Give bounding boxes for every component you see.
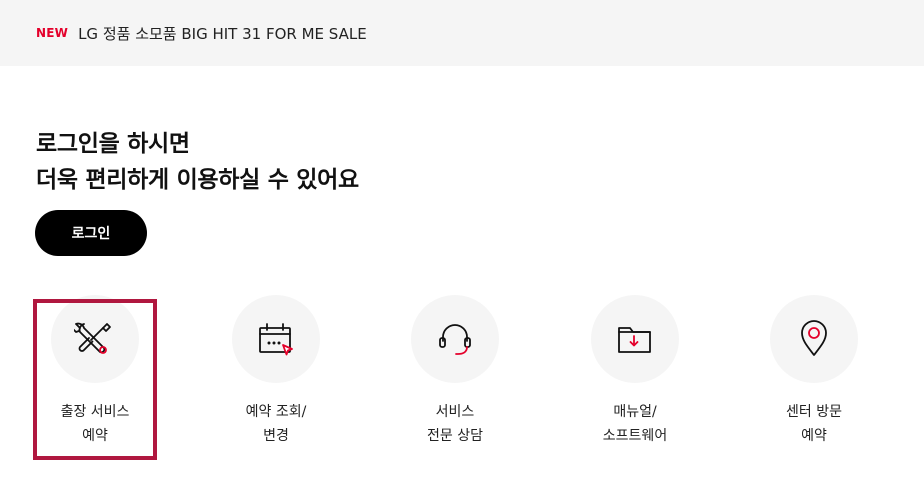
quick-item-label-line1: 매뉴얼/: [613, 404, 657, 420]
quick-item-visit-service[interactable]: 출장 서비스 예약: [35, 295, 155, 448]
quick-item-label: 매뉴얼/ 소프트웨어: [575, 400, 695, 448]
quick-item-manual-software[interactable]: 매뉴얼/ 소프트웨어: [575, 295, 695, 448]
quick-item-expert-consult[interactable]: 서비스 전문 상담: [395, 295, 515, 448]
quick-item-icon-circle: [51, 295, 139, 383]
calendar-cursor-icon: [259, 323, 293, 356]
quick-service-menu: 출장 서비스 예약 예약 조회/ 변경 서비스 전문 상담 매뉴얼/ 소프트웨어…: [0, 295, 924, 465]
headset-icon: [439, 324, 471, 355]
quick-item-reservation-check[interactable]: 예약 조회/ 변경: [216, 295, 336, 448]
quick-item-label-line2: 변경: [263, 428, 289, 444]
quick-item-label: 센터 방문 예약: [754, 400, 874, 448]
quick-item-icon-circle: [591, 295, 679, 383]
quick-item-icon-circle: [770, 295, 858, 383]
notice-bar[interactable]: NEW LG 정품 소모품 BIG HIT 31 FOR ME SALE: [0, 0, 924, 66]
quick-item-label: 예약 조회/ 변경: [216, 400, 336, 448]
quick-item-center-visit[interactable]: 센터 방문 예약: [754, 295, 874, 448]
quick-item-icon-circle: [411, 295, 499, 383]
quick-item-label-line1: 출장 서비스: [60, 404, 130, 420]
greeting-line-1: 로그인을 하시면: [36, 131, 190, 157]
new-badge: NEW: [36, 26, 69, 40]
quick-item-label-line1: 서비스: [435, 404, 475, 420]
quick-item-label: 서비스 전문 상담: [395, 400, 515, 448]
login-button[interactable]: 로그인: [35, 210, 147, 256]
quick-item-label-line1: 예약 조회/: [245, 404, 307, 420]
quick-item-label-line2: 예약: [82, 428, 108, 444]
folder-download-icon: [618, 327, 651, 353]
quick-item-label-line1: 센터 방문: [786, 404, 842, 420]
quick-item-label-line2: 소프트웨어: [602, 428, 668, 444]
notice-text[interactable]: LG 정품 소모품 BIG HIT 31 FOR ME SALE: [78, 23, 367, 44]
greeting-line-2: 더욱 편리하게 이용하실 수 있어요: [36, 167, 359, 193]
quick-item-label-line2: 전문 상담: [427, 428, 483, 444]
login-greeting: 로그인을 하시면 더욱 편리하게 이용하실 수 있어요: [36, 126, 359, 198]
quick-item-label-line2: 예약: [801, 428, 827, 444]
quick-item-label: 출장 서비스 예약: [35, 400, 155, 448]
quick-item-icon-circle: [232, 295, 320, 383]
wrench-screwdriver-icon: [74, 322, 111, 354]
location-pin-icon: [801, 320, 827, 356]
